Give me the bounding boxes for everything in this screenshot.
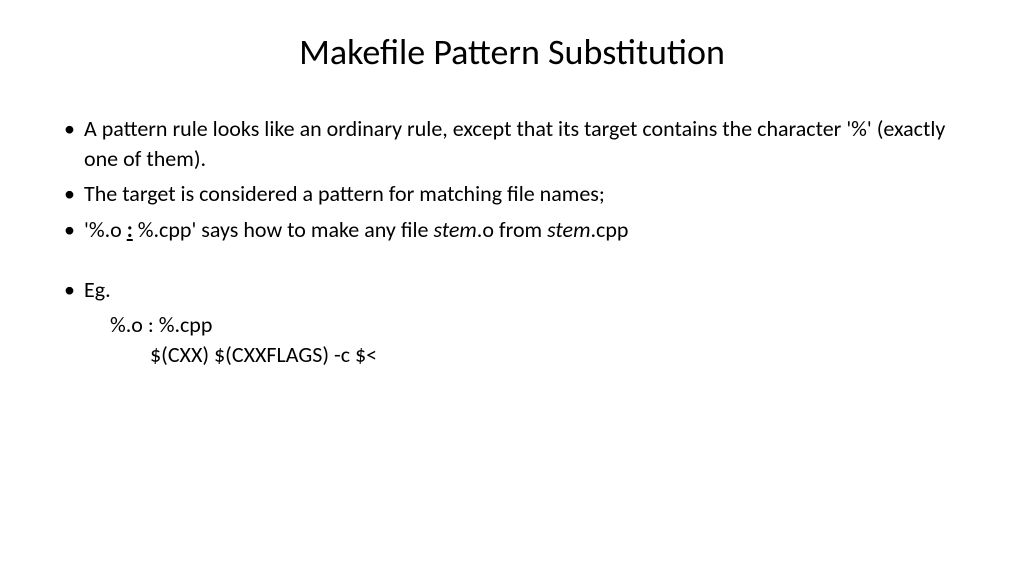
slide-title: Makefile Pattern Substitution xyxy=(60,30,964,74)
bullet-3-text-d: .cpp xyxy=(590,216,628,243)
bullet-item-4: Eg. xyxy=(60,275,964,305)
bullet-item-1: A pattern rule looks like an ordinary ru… xyxy=(60,114,964,173)
bullet-3-text-b: %.cpp' says how to make any file xyxy=(133,216,434,243)
bullet-3-text-c: .o from xyxy=(477,216,547,243)
bullet-list: A pattern rule looks like an ordinary ru… xyxy=(60,114,964,304)
bullet-3-stem1: stem xyxy=(433,216,476,243)
bullet-3-text-a: '%.o xyxy=(84,216,127,243)
bullet-item-3: '%.o : %.cpp' says how to make any file … xyxy=(60,215,964,245)
bullet-3-stem2: stem xyxy=(547,216,590,243)
code-line-2: $(CXX) $(CXXFLAGS) -c $< xyxy=(60,340,964,370)
bullet-item-2: The target is considered a pattern for m… xyxy=(60,179,964,209)
code-line-1: %.o : %.cpp xyxy=(60,310,964,340)
